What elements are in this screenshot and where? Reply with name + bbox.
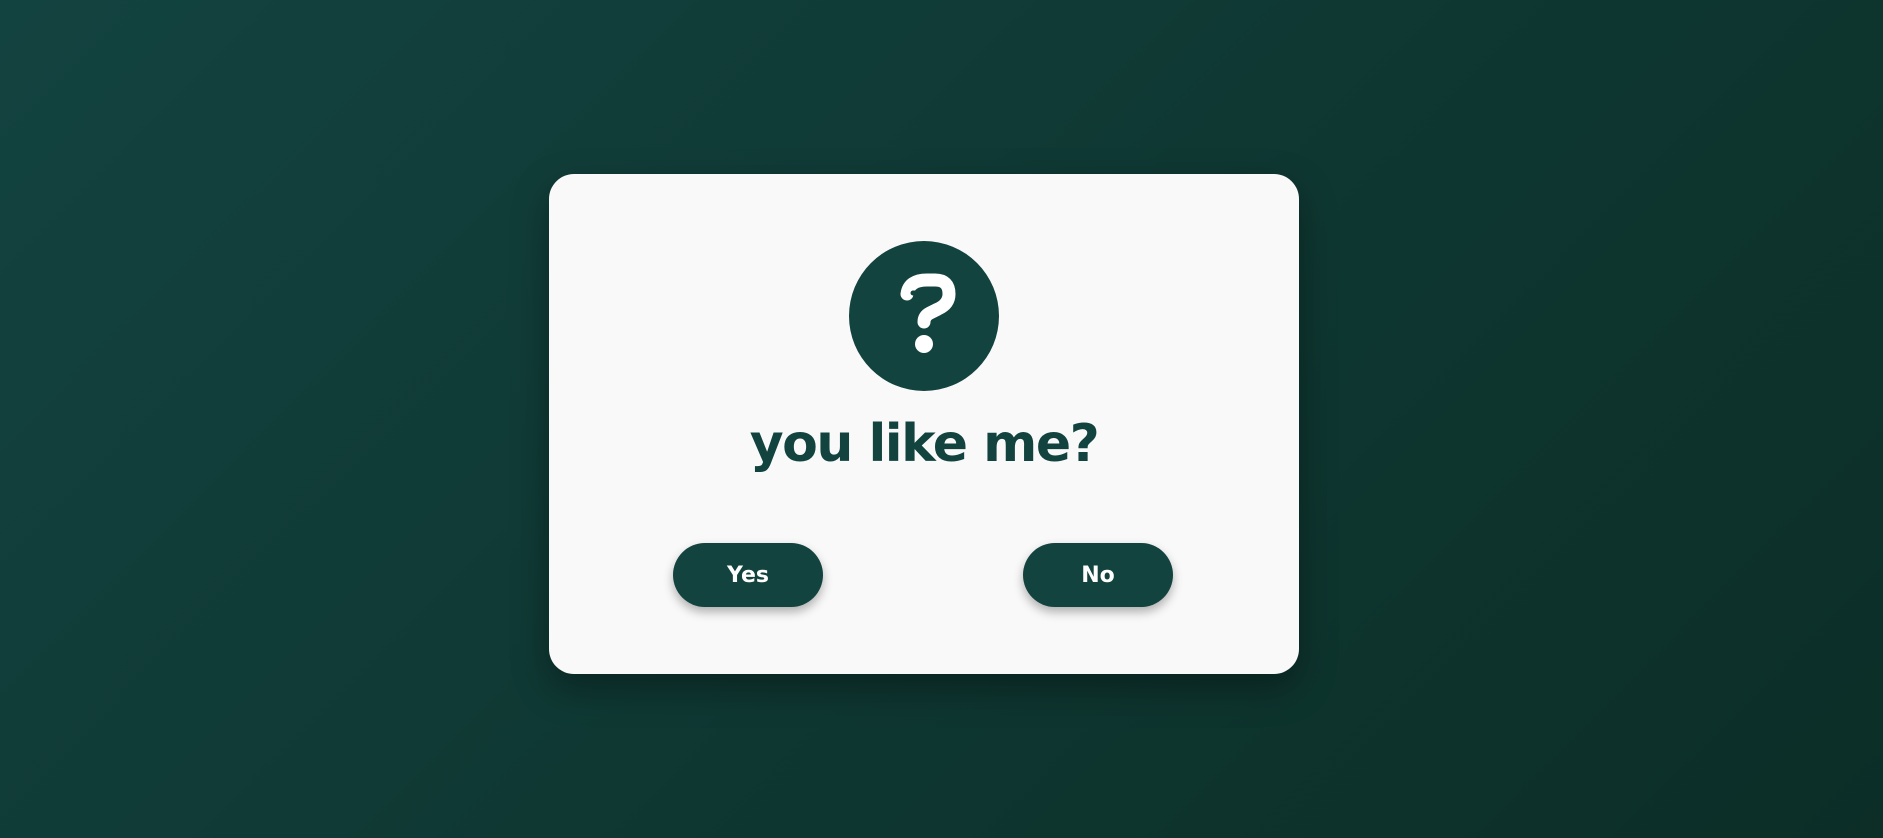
yes-button[interactable]: Yes [673,543,823,607]
dialog-card: you like me? Yes No [549,174,1299,674]
question-mark-glyph [900,273,956,353]
no-button[interactable]: No [1023,543,1173,607]
question-icon [849,241,999,391]
dialog-title: you like me? [749,414,1100,474]
